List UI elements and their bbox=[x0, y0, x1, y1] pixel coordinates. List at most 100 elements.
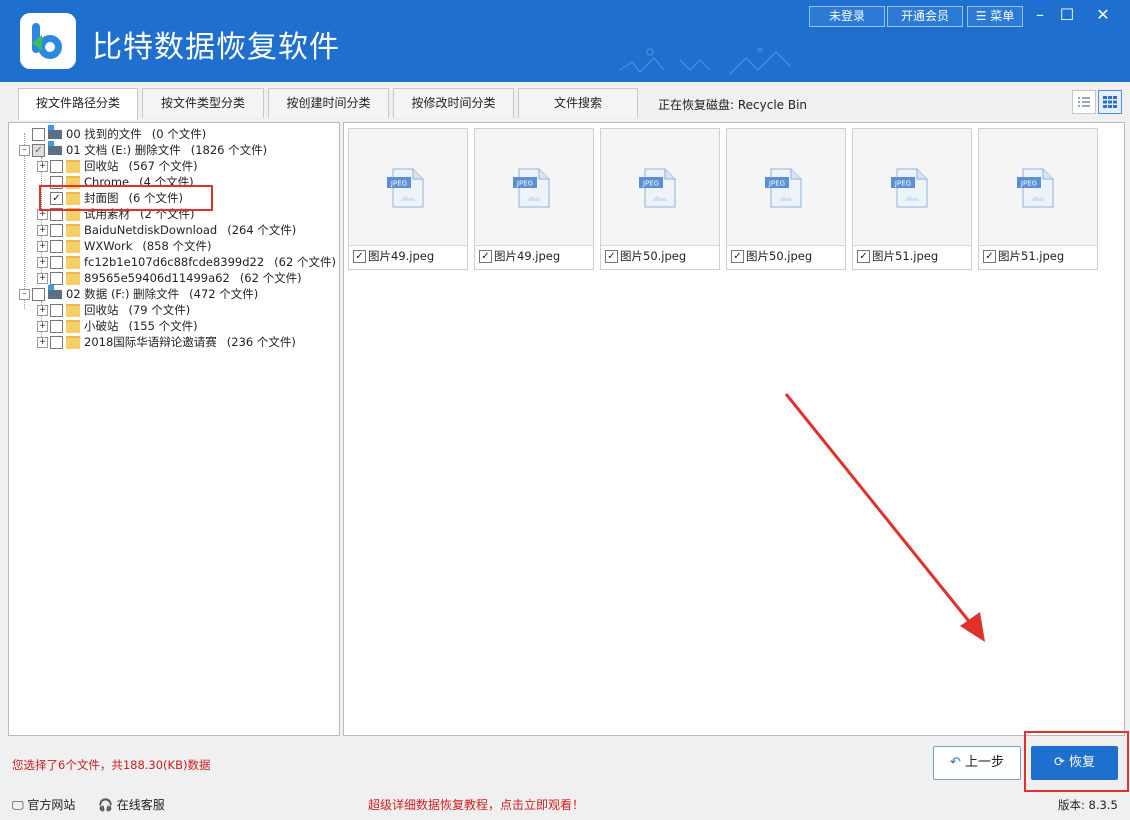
folder-icon bbox=[66, 336, 80, 349]
tab-by-created[interactable]: 按创建时间分类 bbox=[268, 88, 389, 118]
tutorial-promo-link[interactable]: 超级详细数据恢复教程，点击立即观看！ bbox=[368, 796, 584, 813]
thumbnail-preview: JPEG bbox=[349, 129, 467, 246]
file-name: ✓ 图片51.jpeg bbox=[983, 248, 1064, 264]
expand-toggle[interactable]: + bbox=[37, 257, 48, 268]
checkbox-checked[interactable]: ✓ bbox=[731, 250, 744, 263]
menu-icon: ☰ bbox=[975, 9, 987, 23]
svg-text:JPEG: JPEG bbox=[642, 180, 659, 188]
list-view-button[interactable] bbox=[1072, 90, 1096, 114]
jpeg-file-icon: JPEG bbox=[513, 168, 550, 208]
tree-item-folder[interactable]: + fc12b1e107d6c88fcde8399d22 (62 个文件) bbox=[37, 254, 336, 270]
menu-label: 菜单 bbox=[990, 9, 1015, 23]
logo-b-icon bbox=[32, 23, 62, 59]
svg-text:JPEG: JPEG bbox=[390, 180, 407, 188]
official-website-link[interactable]: 🖵 官方网站 bbox=[12, 796, 75, 813]
decorative-pattern bbox=[619, 47, 791, 75]
online-support-link[interactable]: 🎧 在线客服 bbox=[98, 796, 165, 813]
expand-toggle[interactable]: + bbox=[37, 161, 48, 172]
file-thumbnail[interactable]: JPEG ✓ 图片51.jpeg bbox=[852, 128, 972, 270]
folder-icon bbox=[66, 240, 80, 253]
headset-icon: 🎧 bbox=[98, 798, 113, 812]
expand-toggle[interactable]: + bbox=[37, 321, 48, 332]
menu-button[interactable]: ☰ 菜单 bbox=[967, 6, 1023, 27]
grid-view-button[interactable] bbox=[1098, 90, 1122, 114]
thumbnail-preview: JPEG bbox=[727, 129, 845, 246]
folder-tree-panel[interactable]: 00 找到的文件 (0 个文件) – ✓ 01 文档 (E:) 删除文件 (1826 个… bbox=[8, 122, 340, 736]
monitor-icon: 🖵 bbox=[12, 798, 24, 812]
login-button[interactable]: 未登录 bbox=[809, 6, 885, 27]
folder-icon bbox=[66, 160, 80, 173]
previous-step-button[interactable]: ↶ 上一步 bbox=[933, 746, 1021, 780]
expand-toggle[interactable]: + bbox=[37, 273, 48, 284]
drive-icon bbox=[48, 125, 62, 139]
file-thumbnail[interactable]: JPEG ✓ 图片50.jpeg bbox=[600, 128, 720, 270]
selected-folder-highlight bbox=[39, 185, 213, 211]
folder-icon bbox=[66, 256, 80, 269]
vip-button[interactable]: 开通会员 bbox=[887, 6, 963, 27]
tree-item-drive-e[interactable]: – ✓ 01 文档 (E:) 删除文件 (1826 个文件) bbox=[19, 141, 267, 158]
app-title: 比特数据恢复软件 bbox=[92, 30, 340, 65]
close-icon[interactable]: ✕ bbox=[1088, 5, 1118, 25]
recovering-disk-label: 正在恢复磁盘: Recycle Bin bbox=[658, 98, 808, 112]
checkbox-checked[interactable]: ✓ bbox=[983, 250, 996, 263]
collapse-toggle[interactable]: – bbox=[19, 145, 30, 156]
minimize-icon[interactable]: – bbox=[1025, 5, 1055, 25]
checkbox-checked[interactable]: ✓ bbox=[605, 250, 618, 263]
tab-by-modified[interactable]: 按修改时间分类 bbox=[393, 88, 514, 118]
folder-icon bbox=[66, 304, 80, 317]
expand-toggle[interactable]: + bbox=[37, 241, 48, 252]
tree-item-found-files[interactable]: 00 找到的文件 (0 个文件) bbox=[19, 125, 206, 142]
jpeg-file-icon: JPEG bbox=[387, 168, 424, 208]
expand-toggle[interactable]: + bbox=[37, 225, 48, 236]
file-thumbnail[interactable]: JPEG ✓ 图片49.jpeg bbox=[474, 128, 594, 270]
tree-item-folder[interactable]: + 回收站 (567 个文件) bbox=[37, 158, 198, 174]
checkbox[interactable] bbox=[50, 320, 63, 333]
tab-by-type[interactable]: 按文件类型分类 bbox=[142, 88, 264, 118]
checkbox-checked[interactable]: ✓ bbox=[857, 250, 870, 263]
tree-item-folder[interactable]: +2018国际华语辩论邀请赛 (236 个文件) bbox=[37, 334, 296, 350]
recover-button-highlight bbox=[1024, 731, 1129, 792]
tree-item-folder[interactable]: + 小破站 (155 个文件) bbox=[37, 318, 198, 334]
tree-item-folder[interactable]: + WXWork (858 个文件) bbox=[37, 238, 211, 254]
tree-item-folder[interactable]: + BaiduNetdiskDownload (264 个文件) bbox=[37, 222, 296, 238]
checkbox[interactable] bbox=[50, 224, 63, 237]
expand-toggle[interactable]: + bbox=[37, 305, 48, 316]
maximize-icon[interactable]: ☐ bbox=[1052, 5, 1082, 25]
folder-icon bbox=[66, 272, 80, 285]
annotation-arrow bbox=[784, 393, 985, 642]
checkbox[interactable] bbox=[50, 336, 63, 349]
tree-item-folder[interactable]: +89565e59406d11499a62 (62 个文件) bbox=[37, 270, 302, 286]
checkbox[interactable] bbox=[50, 256, 63, 269]
checkbox[interactable]: ✓ bbox=[32, 144, 45, 157]
tree-item-folder[interactable]: + 回收站 (79 个文件) bbox=[37, 302, 190, 318]
selection-status: 您选择了6个文件，共188.30(KB)数据 bbox=[12, 758, 211, 772]
thumbnail-preview: JPEG bbox=[475, 129, 593, 246]
checkbox[interactable] bbox=[50, 160, 63, 173]
app-logo bbox=[20, 13, 76, 69]
file-name: ✓ 图片51.jpeg bbox=[857, 248, 938, 264]
file-thumbnail[interactable]: JPEG ✓ 图片49.jpeg bbox=[348, 128, 468, 270]
tab-file-search[interactable]: 文件搜索 bbox=[518, 88, 638, 118]
tab-by-path[interactable]: 按文件路径分类 bbox=[18, 88, 138, 120]
thumbnail-preview: JPEG bbox=[601, 129, 719, 246]
jpeg-file-icon: JPEG bbox=[765, 168, 802, 208]
file-thumbnail[interactable]: JPEG ✓ 图片50.jpeg bbox=[726, 128, 846, 270]
checkbox[interactable] bbox=[32, 128, 45, 141]
checkbox[interactable] bbox=[32, 288, 45, 301]
checkbox-checked[interactable]: ✓ bbox=[479, 250, 492, 263]
checkbox-checked[interactable]: ✓ bbox=[353, 250, 366, 263]
checkbox[interactable] bbox=[50, 304, 63, 317]
checkbox[interactable] bbox=[50, 240, 63, 253]
folder-icon bbox=[66, 224, 80, 237]
thumbnail-preview: JPEG bbox=[853, 129, 971, 246]
svg-text:JPEG: JPEG bbox=[516, 180, 533, 188]
drive-icon bbox=[48, 141, 62, 155]
expand-toggle[interactable]: + bbox=[37, 337, 48, 348]
jpeg-file-icon: JPEG bbox=[1017, 168, 1054, 208]
svg-text:JPEG: JPEG bbox=[768, 180, 785, 188]
checkbox[interactable] bbox=[50, 272, 63, 285]
collapse-toggle[interactable]: – bbox=[19, 289, 30, 300]
file-name: ✓ 图片49.jpeg bbox=[353, 248, 434, 264]
tree-item-drive-f[interactable]: –02 数据 (F:) 删除文件 (472 个文件) bbox=[19, 285, 258, 302]
file-thumbnail[interactable]: JPEG ✓ 图片51.jpeg bbox=[978, 128, 1098, 270]
